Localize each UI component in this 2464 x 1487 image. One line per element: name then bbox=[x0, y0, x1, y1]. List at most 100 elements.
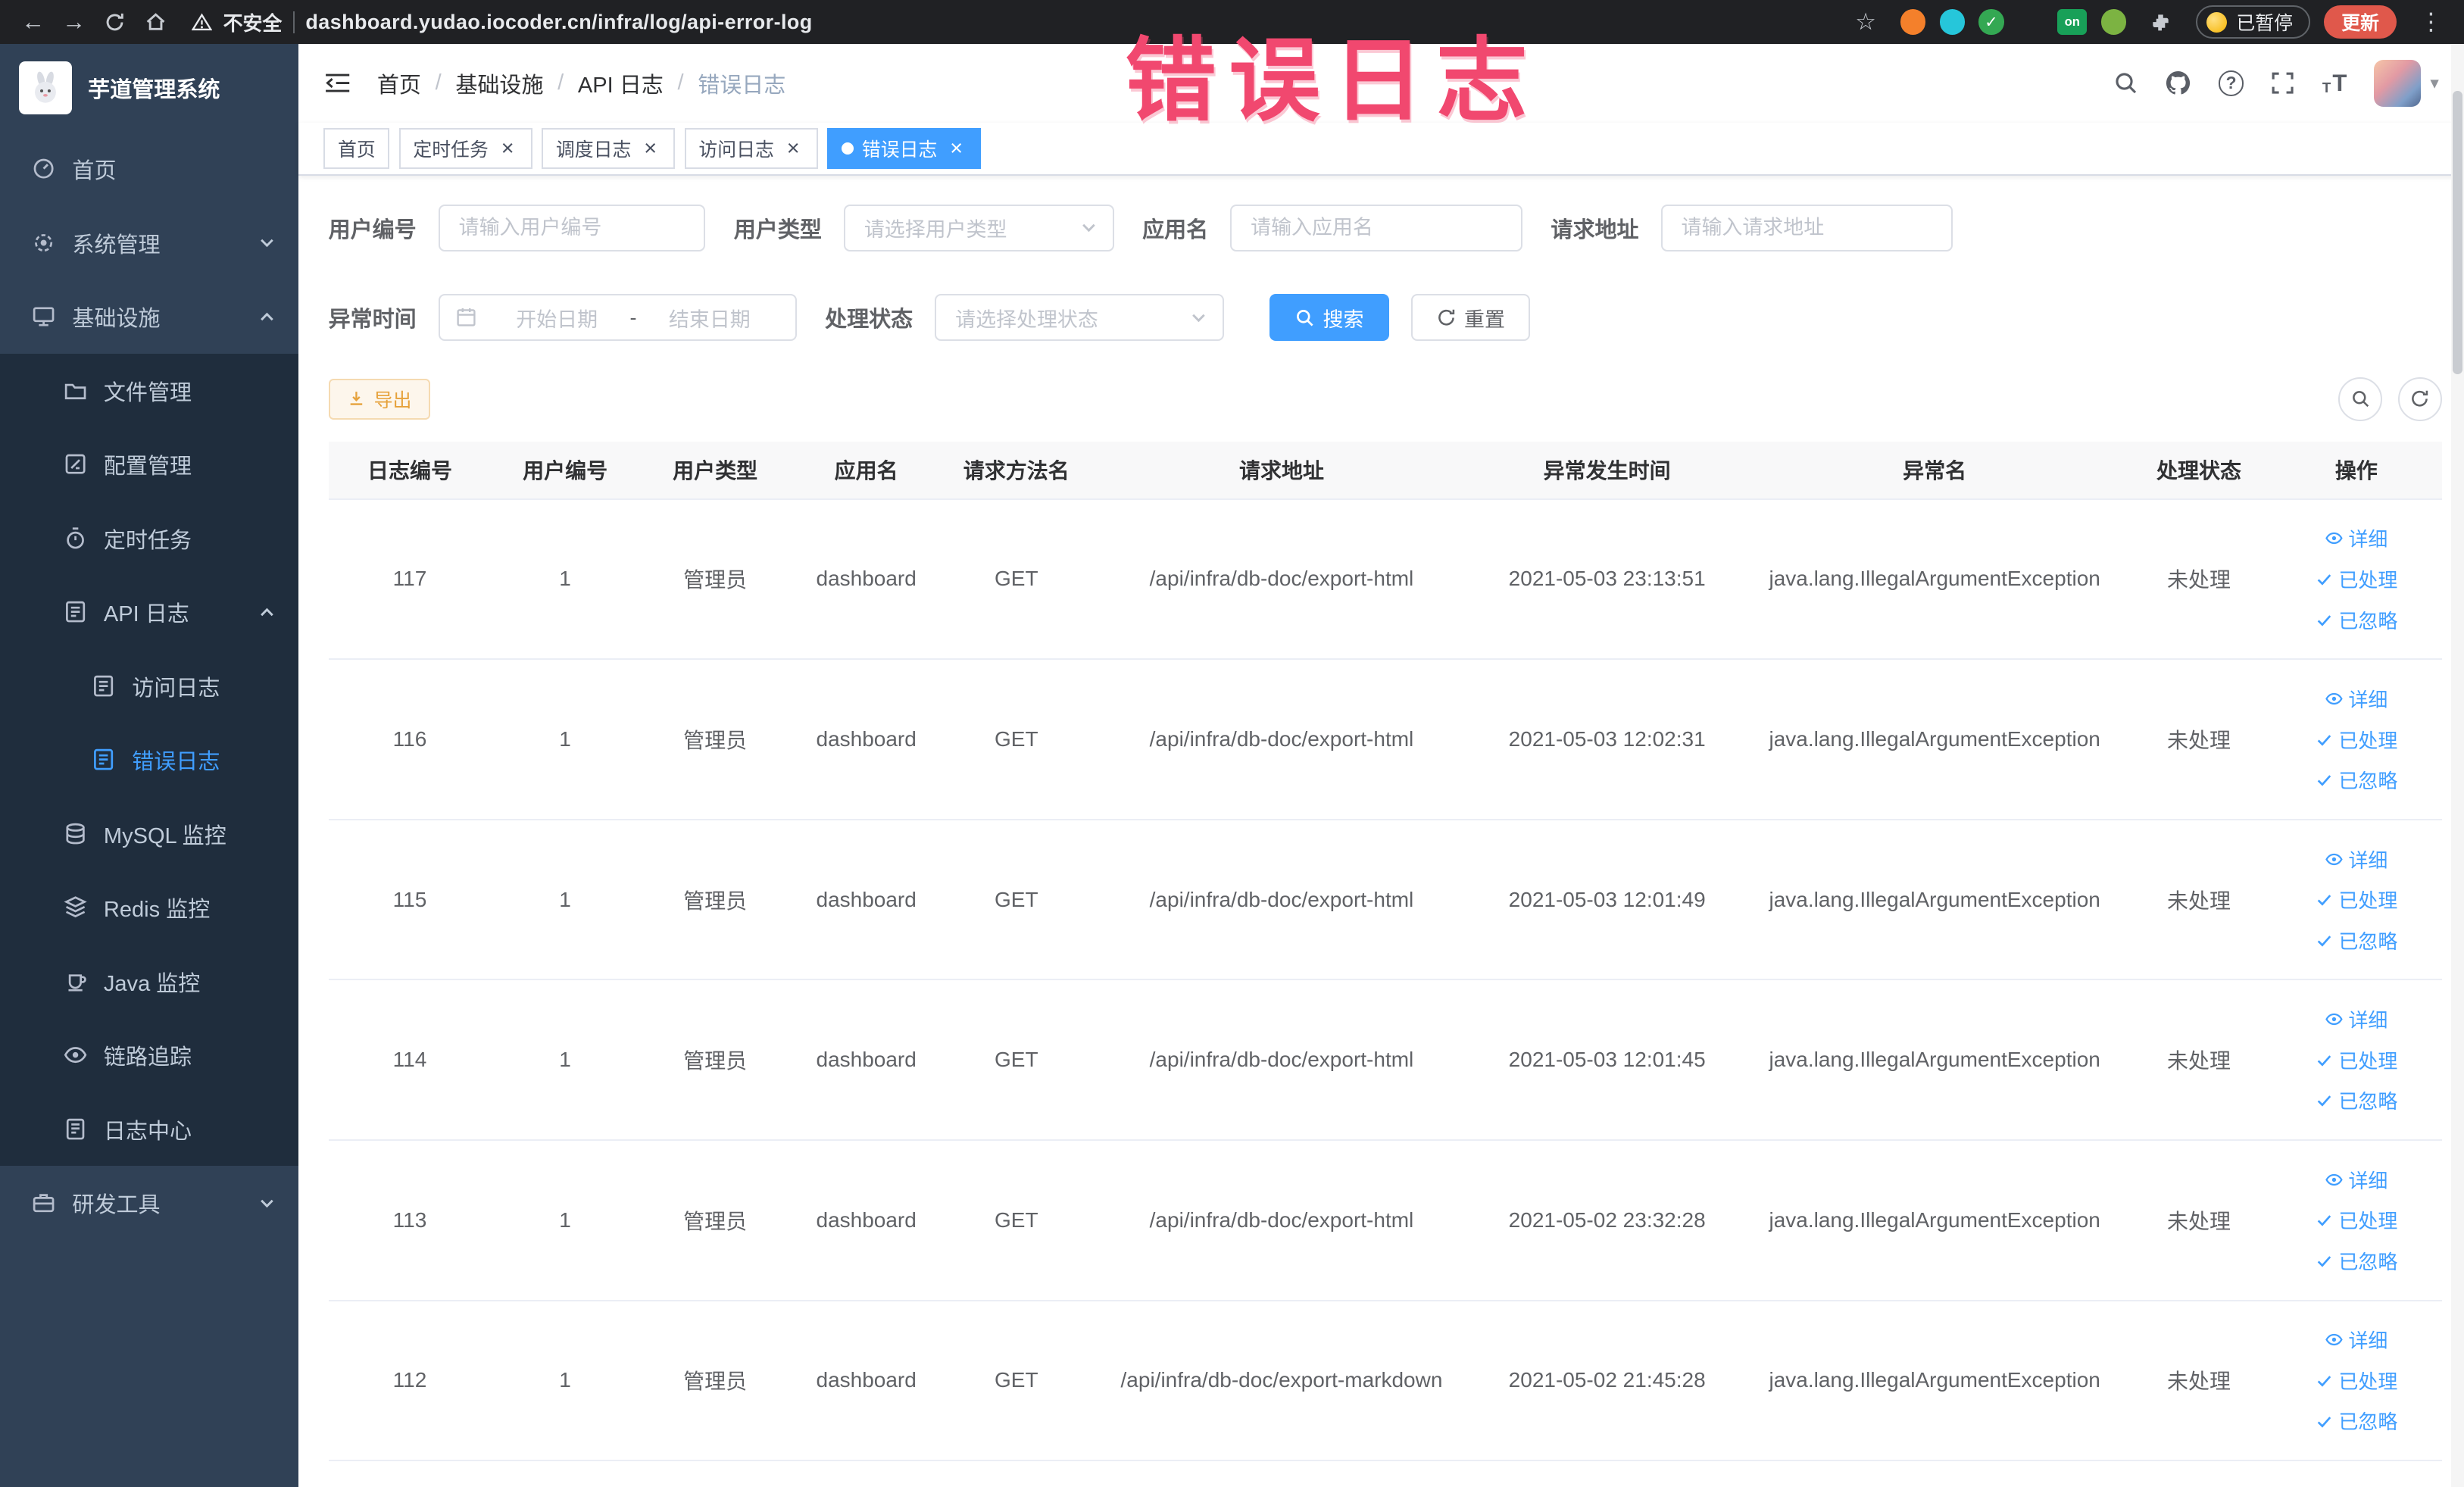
sidebar-item-access-log[interactable]: 访问日志 bbox=[0, 648, 299, 723]
forward-icon[interactable]: → bbox=[54, 3, 95, 41]
close-icon[interactable]: × bbox=[782, 137, 804, 160]
processed-link[interactable]: 已处理 bbox=[2315, 1046, 2397, 1074]
sidebar-item-redis-monitor[interactable]: Redis 监控 bbox=[0, 870, 299, 945]
sidebar-item-file-manage[interactable]: 文件管理 bbox=[0, 353, 299, 428]
sidebar-item-label: Redis 监控 bbox=[103, 898, 211, 922]
app-name-input[interactable] bbox=[1230, 204, 1523, 251]
sidebar-item-home[interactable]: 首页 bbox=[0, 132, 298, 206]
action-label: 已忽略 bbox=[2338, 771, 2398, 793]
close-icon[interactable]: × bbox=[945, 137, 967, 160]
fullscreen-icon[interactable] bbox=[2270, 70, 2295, 95]
sidebar-item-error-log[interactable]: 错误日志 bbox=[0, 723, 299, 797]
back-icon[interactable]: ← bbox=[13, 3, 54, 41]
page-scrollbar[interactable] bbox=[2451, 44, 2464, 1487]
active-tab-dot bbox=[841, 142, 854, 155]
cell-status: 未处理 bbox=[2166, 729, 2231, 753]
ignored-link[interactable]: 已忽略 bbox=[2315, 926, 2397, 954]
tab-item-0[interactable]: 首页 bbox=[323, 128, 390, 170]
extension-icon-colorful-grid[interactable] bbox=[2018, 9, 2043, 34]
sidebar-item-java-monitor[interactable]: Java 监控 bbox=[0, 944, 299, 1019]
processed-link[interactable]: 已处理 bbox=[2315, 565, 2397, 593]
sidebar-item-label: 错误日志 bbox=[132, 750, 220, 774]
action-label: 已处理 bbox=[2338, 730, 2398, 752]
sidebar-item-system[interactable]: 系统管理 bbox=[0, 206, 298, 280]
detail-link[interactable]: 详细 bbox=[2325, 1166, 2387, 1194]
scrollbar-thumb[interactable] bbox=[2453, 91, 2462, 374]
detail-link[interactable]: 详细 bbox=[2325, 845, 2387, 873]
search-icon[interactable] bbox=[2113, 70, 2138, 95]
ignored-link[interactable]: 已忽略 bbox=[2315, 1086, 2397, 1114]
ignored-link[interactable]: 已忽略 bbox=[2315, 1247, 2397, 1275]
reload-icon[interactable] bbox=[94, 3, 135, 41]
extensions-puzzle-icon[interactable] bbox=[2141, 3, 2181, 41]
sidebar-item-infrastructure[interactable]: 基础设施 bbox=[0, 280, 298, 354]
font-size-icon[interactable]: TT bbox=[2322, 71, 2347, 95]
address-bar[interactable]: 不安全 dashboard.yudao.iocoder.cn/infra/log… bbox=[192, 8, 813, 36]
ignored-link[interactable]: 已忽略 bbox=[2315, 606, 2397, 634]
calendar-icon bbox=[455, 306, 477, 328]
url-text: dashboard.yudao.iocoder.cn/infra/log/api… bbox=[305, 10, 813, 33]
detail-link[interactable]: 详细 bbox=[2325, 1005, 2387, 1033]
process-status-select[interactable]: 请选择处理状态 bbox=[935, 293, 1224, 342]
table-toolbar: 导出 bbox=[328, 376, 2442, 421]
error-log-icon bbox=[91, 747, 116, 772]
app-logo[interactable]: 芋道管理系统 bbox=[0, 44, 298, 132]
detail-link[interactable]: 详细 bbox=[2325, 685, 2387, 713]
extension-icon-on-switch[interactable]: on bbox=[2057, 9, 2088, 35]
tab-item-3[interactable]: 访问日志 × bbox=[684, 128, 818, 170]
refresh-table-button[interactable] bbox=[2397, 376, 2442, 421]
breadcrumb-item[interactable]: 基础设施 bbox=[455, 67, 543, 99]
user-id-input[interactable] bbox=[438, 204, 706, 251]
sidebar-item-dev-tools[interactable]: 研发工具 bbox=[0, 1166, 298, 1240]
user-type-select[interactable]: 请选择用户类型 bbox=[843, 204, 1114, 251]
help-icon[interactable]: ? bbox=[2219, 70, 2244, 96]
ignored-link[interactable]: 已忽略 bbox=[2315, 1407, 2397, 1435]
check-icon bbox=[2315, 1091, 2334, 1110]
sidebar-item-trace[interactable]: 链路追踪 bbox=[0, 1018, 299, 1092]
user-menu[interactable]: ▾ bbox=[2373, 59, 2439, 108]
exception-time-range-picker[interactable]: 开始日期 - 结束日期 bbox=[438, 293, 797, 342]
tab-item-4[interactable]: 错误日志 × bbox=[827, 128, 982, 170]
sidebar-collapse-icon[interactable] bbox=[323, 71, 351, 95]
export-button[interactable]: 导出 bbox=[328, 378, 431, 420]
update-button[interactable]: 更新 bbox=[2324, 5, 2397, 39]
detail-link[interactable]: 详细 bbox=[2325, 1326, 2387, 1354]
ignored-link[interactable]: 已忽略 bbox=[2315, 766, 2397, 794]
processed-link[interactable]: 已处理 bbox=[2315, 1206, 2397, 1234]
request-url-input[interactable] bbox=[1660, 204, 1953, 251]
tab-item-1[interactable]: 定时任务 × bbox=[398, 128, 532, 170]
bookmark-star-icon[interactable]: ☆ bbox=[1845, 3, 1886, 41]
breadcrumb-item[interactable]: API 日志 bbox=[578, 67, 664, 99]
sidebar-item-log-center[interactable]: 日志中心 bbox=[0, 1092, 299, 1167]
extension-icon-leaf[interactable] bbox=[2101, 9, 2127, 35]
home-icon[interactable] bbox=[135, 3, 176, 41]
extension-icon-orange[interactable] bbox=[1900, 9, 1925, 35]
sidebar-item-scheduled-job[interactable]: 定时任务 bbox=[0, 501, 299, 576]
detail-link[interactable]: 详细 bbox=[2325, 524, 2387, 552]
github-icon[interactable] bbox=[2165, 70, 2191, 96]
hide-search-button[interactable] bbox=[2338, 376, 2383, 421]
processed-link[interactable]: 已处理 bbox=[2315, 1367, 2397, 1395]
reset-button[interactable]: 重置 bbox=[1410, 293, 1531, 342]
breadcrumb-separator: / bbox=[557, 70, 564, 95]
security-label: 不安全 bbox=[223, 13, 283, 35]
sidebar-item-config-manage[interactable]: 配置管理 bbox=[0, 427, 299, 501]
extension-icon-teal[interactable] bbox=[1939, 9, 1965, 35]
search-button[interactable]: 搜索 bbox=[1269, 293, 1389, 342]
paused-badge[interactable]: 已暂停 bbox=[2195, 5, 2310, 39]
close-icon[interactable]: × bbox=[639, 137, 661, 160]
browser-menu-icon[interactable]: ⋮ bbox=[2410, 3, 2451, 41]
column-header: 操作 bbox=[2334, 459, 2378, 483]
extension-icon-green-check[interactable]: ✓ bbox=[1978, 9, 2004, 35]
processed-link[interactable]: 已处理 bbox=[2315, 886, 2397, 914]
tab-item-2[interactable]: 调度日志 × bbox=[542, 128, 676, 170]
cell-user-type: 管理员 bbox=[683, 1049, 748, 1073]
breadcrumb-item[interactable]: 首页 bbox=[377, 67, 421, 99]
file-icon bbox=[63, 378, 88, 403]
column-header: 处理状态 bbox=[2156, 459, 2241, 483]
close-icon[interactable]: × bbox=[496, 137, 518, 160]
cell-user-type: 管理员 bbox=[683, 1209, 748, 1233]
sidebar-item-mysql-monitor[interactable]: MySQL 监控 bbox=[0, 796, 299, 871]
sidebar-item-api-log[interactable]: API 日志 bbox=[0, 575, 299, 649]
processed-link[interactable]: 已处理 bbox=[2315, 726, 2397, 754]
